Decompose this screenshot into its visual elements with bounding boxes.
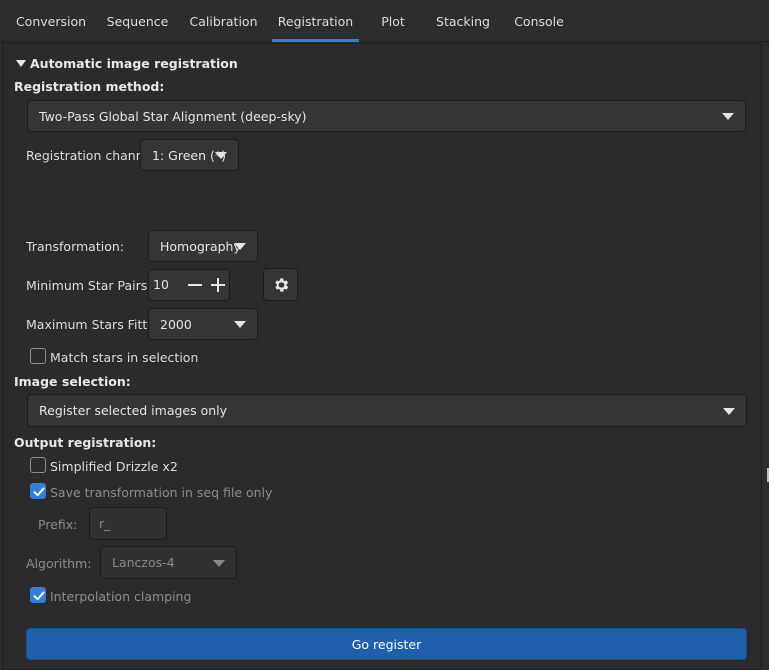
- go-register-label: Go register: [351, 636, 422, 652]
- tab-stacking[interactable]: Stacking: [430, 0, 496, 42]
- algorithm-value: Lanczos-4: [112, 555, 175, 570]
- max-stars-fitted-dropdown[interactable]: 2000: [148, 308, 258, 340]
- prefix-label: Prefix:: [38, 517, 78, 532]
- tab-calibration[interactable]: Calibration: [183, 0, 264, 42]
- tab-bar: Conversion Sequence Calibration Registra…: [0, 0, 769, 42]
- image-selection-dropdown[interactable]: Register selected images only: [27, 394, 747, 427]
- settings-button[interactable]: [263, 268, 298, 301]
- algorithm-label: Algorithm:: [26, 556, 92, 571]
- chevron-down-icon: [722, 113, 734, 120]
- min-star-pairs-label: Minimum Star Pairs:: [26, 278, 152, 293]
- gear-icon: [274, 277, 288, 292]
- algorithm-dropdown[interactable]: Lanczos-4: [100, 546, 237, 579]
- tab-conversion[interactable]: Conversion: [10, 0, 92, 42]
- chevron-down-icon: [215, 152, 227, 159]
- transformation-value: Homography: [160, 238, 241, 254]
- transformation-label: Transformation:: [26, 239, 124, 254]
- image-selection-label: Image selection:: [14, 374, 131, 389]
- image-selection-value: Register selected images only: [39, 403, 228, 418]
- max-stars-fitted-value: 2000: [160, 316, 192, 332]
- go-register-button[interactable]: Go register: [26, 628, 747, 660]
- output-registration-label: Output registration:: [14, 435, 157, 450]
- disclosure-triangle-icon: [16, 60, 26, 67]
- tab-console[interactable]: Console: [506, 0, 572, 42]
- checkmark-icon: [33, 487, 45, 497]
- chevron-down-icon: [723, 407, 735, 415]
- save-transform-checkbox[interactable]: [30, 483, 46, 499]
- section-title: Automatic image registration: [30, 56, 238, 71]
- prefix-input[interactable]: r_: [89, 507, 167, 540]
- registration-method-dropdown[interactable]: Two-Pass Global Star Alignment (deep-sky…: [27, 100, 746, 132]
- tab-plot[interactable]: Plot: [370, 0, 416, 42]
- registration-method-label: Registration method:: [14, 79, 165, 94]
- match-stars-label: Match stars in selection: [50, 350, 199, 365]
- registration-channel-dropdown[interactable]: 1: Green (*): [140, 139, 239, 171]
- checkmark-icon: [33, 591, 45, 601]
- tab-sequence[interactable]: Sequence: [101, 0, 174, 42]
- min-star-pairs-value[interactable]: 10: [153, 270, 169, 300]
- chevron-down-icon: [234, 243, 246, 250]
- chevron-down-icon: [234, 321, 246, 328]
- interp-clamping-checkbox[interactable]: [30, 587, 46, 603]
- chevron-down-icon: [213, 559, 225, 567]
- section-expander[interactable]: Automatic image registration: [16, 56, 238, 71]
- transformation-dropdown[interactable]: Homography: [148, 230, 258, 262]
- min-star-pairs-spinner[interactable]: 10: [148, 269, 230, 301]
- registration-method-value: Two-Pass Global Star Alignment (deep-sky…: [39, 108, 307, 124]
- prefix-value: r_: [99, 516, 111, 531]
- save-transform-label: Save transformation in seq file only: [50, 485, 273, 500]
- max-stars-fitted-label: Maximum Stars Fitted:: [26, 317, 168, 332]
- drizzle-checkbox[interactable]: [30, 457, 46, 473]
- minus-icon[interactable]: [188, 284, 202, 286]
- match-stars-checkbox[interactable]: [30, 348, 46, 364]
- tab-registration[interactable]: Registration: [272, 0, 359, 42]
- drizzle-label: Simplified Drizzle x2: [50, 459, 178, 474]
- interp-clamping-label: Interpolation clamping: [50, 589, 192, 604]
